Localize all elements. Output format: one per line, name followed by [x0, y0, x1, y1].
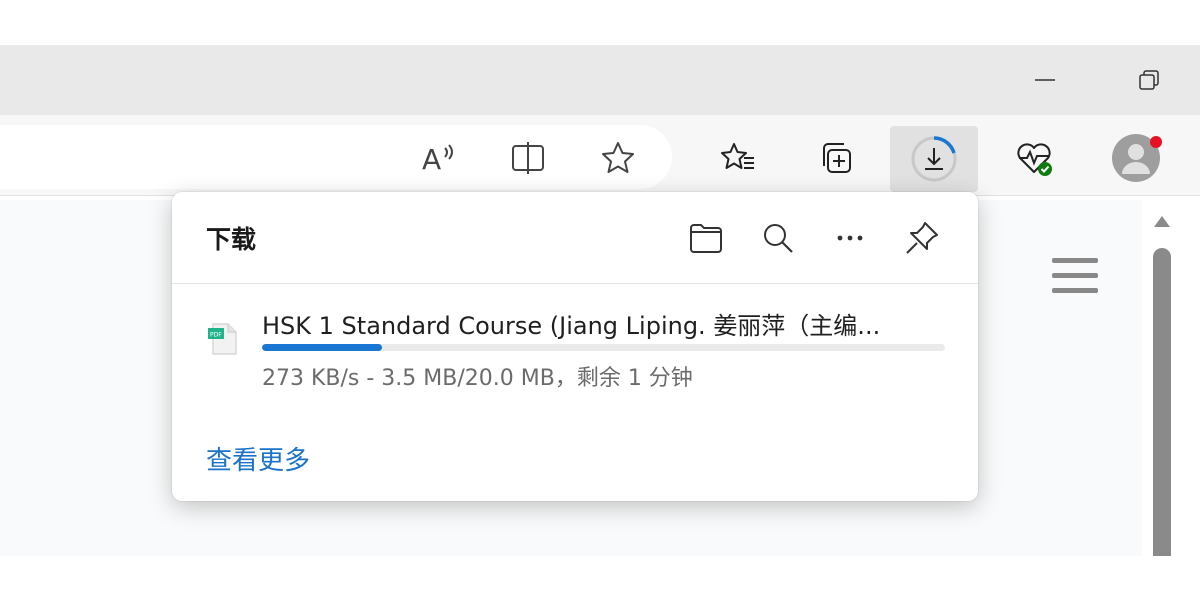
- read-aloud-icon: A: [422, 143, 453, 176]
- bottom-strip: [0, 556, 1200, 600]
- address-bar[interactable]: [0, 125, 672, 189]
- search-icon: [764, 224, 793, 253]
- minimize-icon: [1035, 79, 1055, 81]
- download-progress-icon: [911, 136, 957, 182]
- panel-divider: [172, 283, 978, 284]
- downloads-panel-title: 下载: [206, 225, 257, 254]
- download-file-name[interactable]: HSK 1 Standard Course (Jiang Liping. 姜丽萍…: [262, 306, 952, 341]
- svg-text:A: A: [422, 143, 441, 176]
- restore-icon: [1139, 70, 1159, 90]
- download-progress-fill: [262, 344, 382, 351]
- star-icon: [602, 142, 634, 173]
- more-options-button[interactable]: [828, 216, 872, 260]
- browser-essentials-button[interactable]: [1008, 132, 1060, 184]
- downloads-panel: 下载 PDF HSK 1 Standard Course (Jiang Lipi…: [172, 192, 978, 501]
- collections-icon: [823, 143, 851, 173]
- scroll-thumb[interactable]: [1153, 248, 1171, 568]
- page-scrollbar[interactable]: [1150, 212, 1174, 568]
- see-more-link[interactable]: 查看更多: [206, 440, 310, 477]
- open-downloads-folder-button[interactable]: [684, 216, 728, 260]
- split-screen-button[interactable]: [502, 132, 554, 184]
- restore-button[interactable]: [1124, 55, 1174, 105]
- read-aloud-button[interactable]: A: [412, 132, 464, 184]
- favorites-list-icon: [721, 143, 754, 169]
- download-progress-bar: [262, 344, 945, 351]
- more-options-icon: [837, 235, 863, 241]
- pdf-badge-text: PDF: [210, 332, 222, 339]
- folder-icon: [690, 224, 722, 253]
- pin-icon: [906, 222, 938, 254]
- profile-avatar-icon: [1112, 134, 1162, 182]
- collections-button[interactable]: [810, 132, 862, 184]
- add-favorite-button[interactable]: [592, 132, 644, 184]
- download-status: 273 KB/s - 3.5 MB/20.0 MB，剩余 1 分钟: [262, 366, 693, 391]
- profile-button[interactable]: [1108, 130, 1164, 186]
- minimize-button[interactable]: [1020, 55, 1070, 105]
- scroll-up-arrow-icon[interactable]: [1154, 216, 1170, 227]
- heart-pulse-icon: [1017, 143, 1052, 176]
- split-screen-icon: [512, 142, 544, 174]
- favorites-button[interactable]: [712, 132, 764, 184]
- page-menu-button[interactable]: [1052, 258, 1098, 298]
- pin-panel-button[interactable]: [900, 216, 944, 260]
- search-downloads-button[interactable]: [756, 216, 800, 260]
- downloads-button[interactable]: [890, 126, 978, 192]
- pdf-file-icon: PDF: [208, 323, 237, 355]
- menu-line: [1052, 288, 1098, 293]
- menu-line: [1052, 258, 1098, 263]
- menu-line: [1052, 273, 1098, 278]
